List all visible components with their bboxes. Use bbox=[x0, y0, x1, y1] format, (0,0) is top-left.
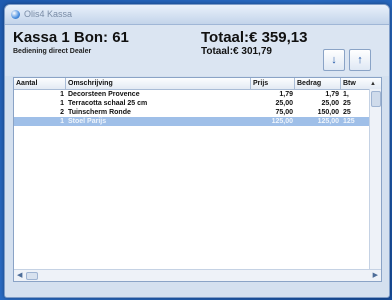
cell-bedrag: 1,79 bbox=[325, 91, 339, 98]
total-excl-amount: Totaal:€ 301,79 bbox=[201, 46, 272, 57]
cell-aantal: 1 bbox=[60, 118, 64, 125]
column-header-bedrag[interactable]: Bedrag bbox=[295, 78, 341, 89]
table-header: Aantal Omschrijving Prijs Bedrag Btw ▲ bbox=[14, 78, 381, 90]
horizontal-scrollbar[interactable]: ◀ ▶ bbox=[14, 269, 381, 281]
table-row[interactable]: 1 Stoel Parijs 125,00 125,00 125 bbox=[14, 117, 381, 126]
cell-prijs: 125,00 bbox=[271, 118, 293, 125]
receipt-lines-table[interactable]: Aantal Omschrijving Prijs Bedrag Btw ▲ 1… bbox=[13, 77, 382, 282]
scroll-thumb-horizontal[interactable] bbox=[26, 272, 38, 280]
cell-btw: 25 bbox=[343, 100, 351, 107]
cell-aantal: 1 bbox=[60, 100, 64, 107]
table-row[interactable]: 1 Terracotta schaal 25 cm 25,00 25,00 25 bbox=[14, 99, 381, 108]
title-bar[interactable]: Olis4 Kassa bbox=[5, 5, 389, 25]
cell-omschrijving: Stoel Parijs bbox=[68, 118, 107, 125]
scroll-thumb[interactable] bbox=[371, 91, 381, 107]
column-header-btw[interactable]: Btw bbox=[341, 78, 371, 89]
sort-arrow-icon: ▲ bbox=[370, 81, 376, 87]
scroll-left-icon[interactable]: ◀ bbox=[17, 271, 22, 279]
arrow-up-icon: ↑ bbox=[357, 54, 363, 66]
cell-btw: 125 bbox=[343, 118, 355, 125]
move-down-button[interactable]: ↓ bbox=[323, 49, 345, 71]
table-row[interactable]: 1 Decorsteen Provence 1,79 1,79 1, bbox=[14, 90, 381, 99]
cell-aantal: 1 bbox=[60, 91, 64, 98]
cell-omschrijving: Terracotta schaal 25 cm bbox=[68, 100, 148, 107]
cell-omschrijving: Tuinscherm Ronde bbox=[68, 109, 131, 116]
cell-btw: 1, bbox=[343, 91, 349, 98]
column-header-prijs[interactable]: Prijs bbox=[251, 78, 295, 89]
move-up-button[interactable]: ↑ bbox=[349, 49, 371, 71]
column-header-aantal[interactable]: Aantal bbox=[14, 78, 66, 89]
page-title: Kassa 1 Bon: 61 bbox=[13, 29, 129, 46]
table-body: 1 Decorsteen Provence 1,79 1,79 1, 1 Terracott… bbox=[14, 90, 381, 126]
table-row[interactable]: 2 Tuinscherm Ronde 75,00 150,00 25 bbox=[14, 108, 381, 117]
arrow-down-icon: ↓ bbox=[331, 54, 337, 66]
cell-prijs: 1,79 bbox=[279, 91, 293, 98]
cell-omschrijving: Decorsteen Provence bbox=[68, 91, 140, 98]
cell-bedrag: 150,00 bbox=[317, 109, 339, 116]
total-amount: Totaal:€ 359,13 bbox=[201, 29, 308, 46]
service-mode-label: Bediening direct Dealer bbox=[13, 48, 92, 55]
cell-prijs: 25,00 bbox=[275, 100, 293, 107]
vertical-scrollbar[interactable] bbox=[369, 89, 381, 269]
cell-btw: 25 bbox=[343, 109, 351, 116]
column-header-omschrijving[interactable]: Omschrijving bbox=[66, 78, 251, 89]
cell-prijs: 75,00 bbox=[275, 109, 293, 116]
app-icon bbox=[11, 10, 20, 19]
window-title: Olis4 Kassa bbox=[24, 9, 73, 19]
scroll-right-icon[interactable]: ▶ bbox=[373, 271, 378, 279]
cell-bedrag: 125,00 bbox=[317, 118, 339, 125]
cell-bedrag: 25,00 bbox=[321, 100, 339, 107]
receipt-header: Kassa 1 Bon: 61 Bediening direct Dealer … bbox=[5, 25, 389, 76]
kassa-window: Olis4 Kassa Kassa 1 Bon: 61 Bediening di… bbox=[4, 4, 390, 298]
cell-aantal: 2 bbox=[60, 109, 64, 116]
